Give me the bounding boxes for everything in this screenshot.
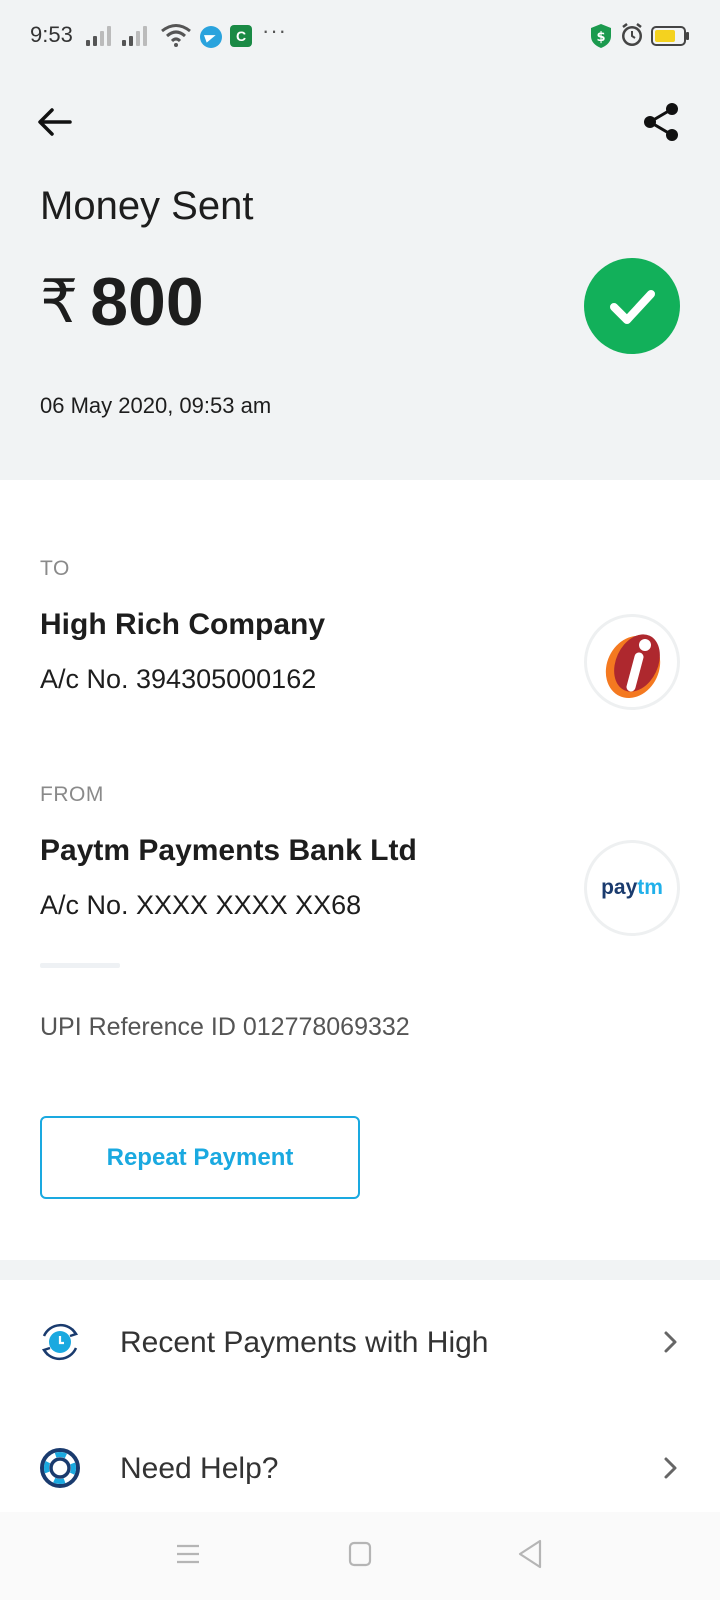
more-icon: ··· xyxy=(262,18,287,43)
alarm-icon xyxy=(622,23,642,46)
status-bar: 9:53 C ··· $ xyxy=(0,0,720,72)
chevron-right-icon xyxy=(664,1457,677,1479)
battery-icon xyxy=(651,26,689,46)
signal-icon xyxy=(122,24,152,46)
to-label: TO xyxy=(40,557,70,580)
transaction-header: 9:53 C ··· $ Money Sent ₹ 800 06 May 202… xyxy=(0,0,720,480)
payee-name: High Rich Company xyxy=(40,608,326,641)
share-icon[interactable] xyxy=(640,100,684,144)
from-label: FROM xyxy=(40,783,104,806)
payer-name: Paytm Payments Bank Ltd xyxy=(40,834,417,867)
transaction-datetime: 06 May 2020, 09:53 am xyxy=(40,393,272,418)
back-arrow-icon[interactable] xyxy=(34,100,78,144)
menu-icon[interactable] xyxy=(175,1542,201,1566)
upi-reference-id: UPI Reference ID 012778069332 xyxy=(40,1013,410,1041)
security-shield-icon: $ xyxy=(591,24,611,48)
section-divider xyxy=(0,1260,720,1280)
telegram-icon xyxy=(200,26,222,48)
amount-value: 800 xyxy=(90,264,204,340)
paytm-bank-logo: paytm xyxy=(584,840,680,936)
paytm-logo-text: paytm xyxy=(601,876,663,899)
amount-display: ₹ 800 xyxy=(40,262,204,342)
svg-text:$: $ xyxy=(596,30,605,45)
help-lifebuoy-icon xyxy=(40,1448,80,1488)
recent-payments-row[interactable]: Recent Payments with High xyxy=(0,1294,720,1390)
back-icon[interactable] xyxy=(516,1538,544,1570)
payee-account: A/c No. 394305000162 xyxy=(40,664,317,694)
need-help-label: Need Help? xyxy=(120,1452,279,1485)
wifi-icon xyxy=(161,24,191,47)
divider xyxy=(40,963,120,968)
currency-symbol: ₹ xyxy=(40,267,79,337)
home-icon[interactable] xyxy=(348,1541,372,1567)
success-check-icon xyxy=(584,258,680,354)
repeat-payment-button[interactable]: Repeat Payment xyxy=(40,1116,360,1199)
payer-account: A/c No. XXXX XXXX XX68 xyxy=(40,890,362,920)
page-title: Money Sent xyxy=(40,184,254,228)
system-navigation-bar xyxy=(0,1512,720,1600)
status-time: 9:53 xyxy=(30,22,73,47)
need-help-row[interactable]: Need Help? xyxy=(0,1420,720,1516)
signal-icon xyxy=(86,24,116,46)
app-notification-icon: C xyxy=(230,25,252,47)
icici-logo-icon xyxy=(605,634,661,699)
icici-bank-logo xyxy=(584,614,680,710)
recent-payments-label: Recent Payments with High xyxy=(120,1326,489,1359)
chevron-right-icon xyxy=(664,1331,677,1353)
recent-payments-icon xyxy=(41,1323,79,1361)
